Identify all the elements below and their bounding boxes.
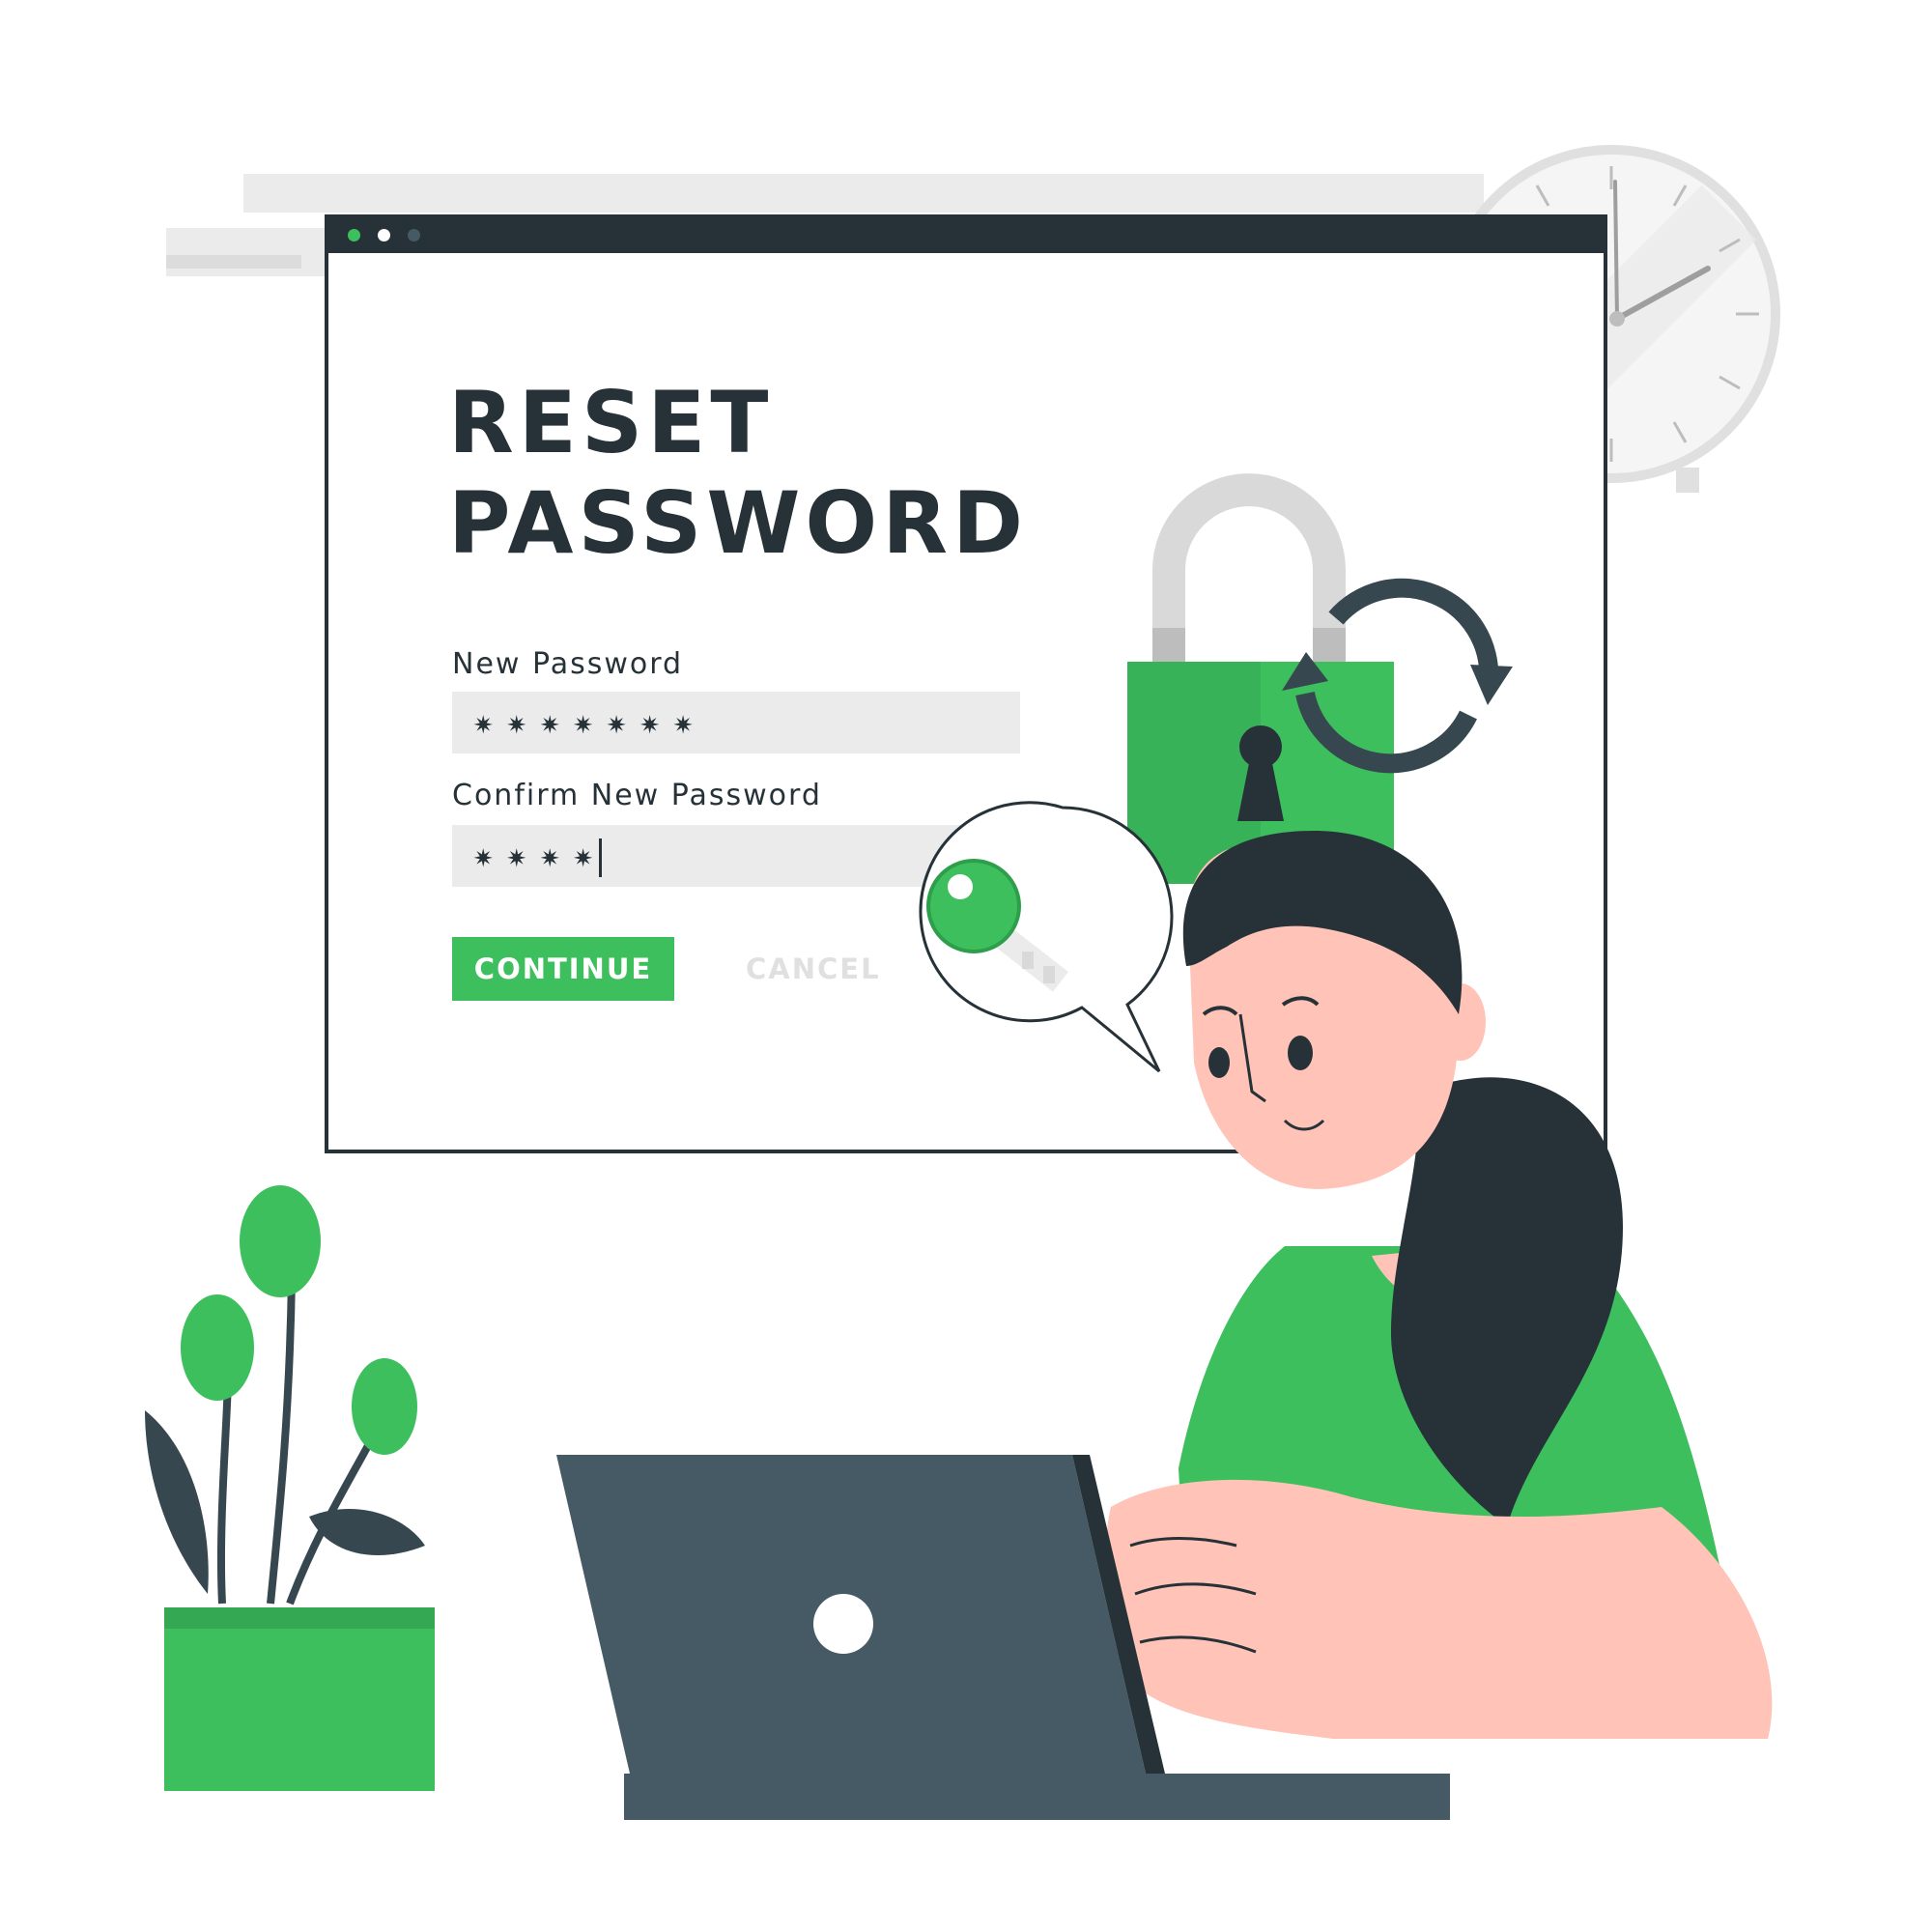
illustration-stage: RESET PASSWORD New Password ✷✷✷✷✷✷✷ Conf… xyxy=(0,0,1932,1932)
key-speech-bubble xyxy=(919,801,1174,1073)
plant-pot xyxy=(145,1185,435,1791)
woman-figure xyxy=(1105,831,1773,1739)
foreground-illustration xyxy=(145,473,1773,1820)
padlock-icon xyxy=(1127,473,1394,884)
